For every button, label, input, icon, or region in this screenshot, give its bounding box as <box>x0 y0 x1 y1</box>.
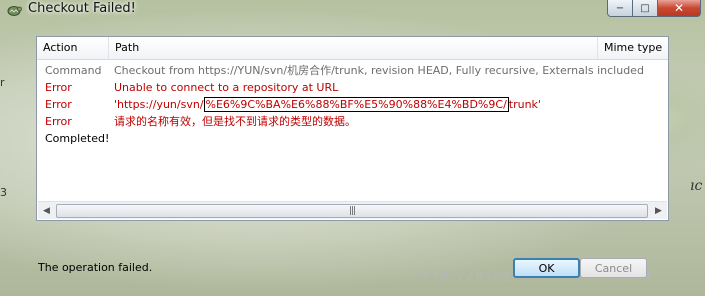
background-text-fragment: ıc <box>690 178 703 194</box>
cancel-button[interactable]: Cancel <box>580 258 647 278</box>
row-action: Error <box>45 115 72 128</box>
scrollbar-grip: ||| <box>349 206 356 216</box>
background-text-fragment: 3 <box>0 186 7 199</box>
row-action: Command <box>45 64 102 77</box>
horizontal-scrollbar[interactable]: ◀ ||| ▶ <box>38 201 667 219</box>
row-action: Error <box>45 81 72 94</box>
tortoisesvn-icon <box>7 6 22 16</box>
row-path: 请求的名称有效，但是找不到请求的类型的数据。 <box>114 115 356 128</box>
url-suffix: trunk' <box>508 98 541 111</box>
column-header-mime-type[interactable]: Mime type <box>598 37 668 59</box>
background-text-fragment: r <box>0 76 5 89</box>
column-header-path[interactable]: Path <box>109 37 597 59</box>
row-path: Unable to connect to a repository at URL <box>114 81 339 94</box>
row-action: Completed! <box>45 132 110 145</box>
minimize-button[interactable]: − <box>607 0 633 17</box>
close-button[interactable]: ✕ <box>658 0 701 17</box>
column-header-action[interactable]: Action <box>37 37 109 59</box>
window-controls: − □ ✕ <box>607 0 701 17</box>
url-encoded-segment-highlight: %E6%9C%BA%E6%88%BF%E5%90%88%E4%BD%9C/ <box>203 97 509 112</box>
list-header: Action Path Mime type <box>37 37 668 60</box>
maximize-button[interactable]: □ <box>633 0 658 17</box>
row-path: 'https://yun/svn/%E6%9C%BA%E6%88%BF%E5%9… <box>114 96 541 113</box>
scroll-left-arrow-icon[interactable]: ◀ <box>38 202 55 219</box>
scrollbar-thumb[interactable]: ||| <box>56 204 648 218</box>
ok-button[interactable]: OK <box>513 258 580 278</box>
status-message: The operation failed. <box>38 261 153 274</box>
url-prefix: 'https://yun/svn/ <box>114 98 204 111</box>
row-path: Checkout from https://YUN/svn/机房合作/trunk… <box>114 64 644 77</box>
row-action: Error <box>45 98 72 111</box>
log-list[interactable]: Action Path Mime type Command Checkout f… <box>36 36 669 221</box>
window-title: Checkout Failed! <box>28 1 136 16</box>
title-bar[interactable]: Checkout Failed! − □ ✕ <box>0 0 705 24</box>
scroll-right-arrow-icon[interactable]: ▶ <box>650 202 667 219</box>
